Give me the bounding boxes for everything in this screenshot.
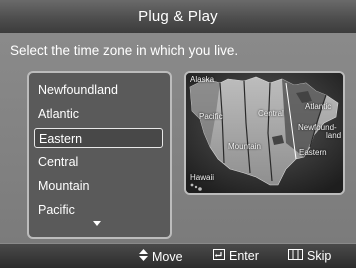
time-zone-map: Alaska Pacific Central Atlantic Newfound… <box>184 71 345 195</box>
map-label-mountain: Mountain <box>228 142 261 151</box>
page-title: Plug & Play <box>138 8 218 25</box>
time-zone-list[interactable]: Newfoundland Atlantic Eastern Central Mo… <box>27 71 172 239</box>
map-label-eastern: Eastern <box>299 148 327 157</box>
enter-label: Enter <box>229 249 259 263</box>
move-hint: Move <box>139 249 183 264</box>
skip-hint: Skip <box>288 249 331 263</box>
map-label-hawaii: Hawaii <box>190 173 215 182</box>
list-item-central[interactable]: Central <box>34 152 163 172</box>
enter-icon <box>213 249 225 263</box>
move-label: Move <box>152 249 183 264</box>
list-item-pacific[interactable]: Pacific <box>34 200 163 220</box>
plug-and-play-dialog: Plug & Play Select the time zone in whic… <box>0 0 356 268</box>
enter-hint: Enter <box>213 249 259 263</box>
up-down-arrows-icon <box>139 249 148 264</box>
map-label-central: Central <box>258 109 284 118</box>
scroll-down-arrow-icon[interactable] <box>93 221 101 226</box>
button-hint-bar: Move Enter Skip <box>0 243 356 268</box>
title-bar: Plug & Play <box>0 0 356 35</box>
map-label-pacific: Pacific <box>199 112 223 121</box>
skip-icon <box>288 249 303 263</box>
map-label-atlantic: Atlantic <box>305 102 332 111</box>
list-item-atlantic[interactable]: Atlantic <box>34 104 163 124</box>
list-item-mountain[interactable]: Mountain <box>34 176 163 196</box>
skip-label: Skip <box>307 249 332 263</box>
list-item-eastern[interactable]: Eastern <box>34 128 163 148</box>
instruction-text: Select the time zone in which you live. <box>10 43 239 58</box>
dialog-content: Select the time zone in which you live. … <box>0 35 356 243</box>
list-item-newfoundland[interactable]: Newfoundland <box>34 80 163 100</box>
map-label-newfoundland-2: land <box>326 131 342 140</box>
map-label-alaska: Alaska <box>190 75 215 84</box>
